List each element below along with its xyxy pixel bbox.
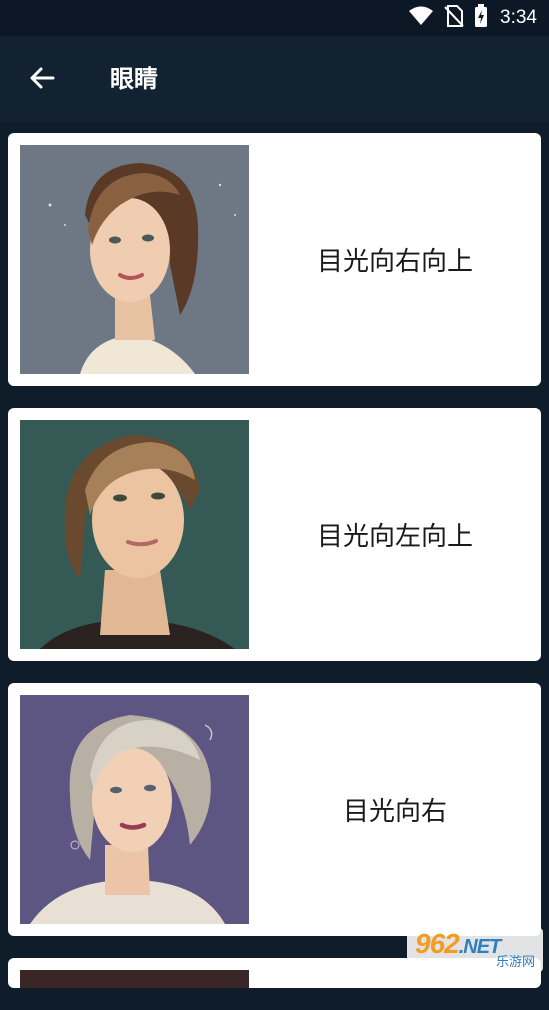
portrait-image bbox=[20, 695, 249, 924]
no-sim-icon bbox=[444, 5, 464, 31]
watermark-sub: 乐游网 bbox=[495, 955, 535, 970]
pose-list: 目光向右向上 目光向左向上 目光向右 bbox=[8, 133, 541, 1010]
status-time: 3:34 bbox=[500, 7, 537, 28]
list-item[interactable]: 目光向右向上 bbox=[8, 133, 541, 386]
watermark-number: 962 bbox=[415, 928, 460, 959]
portrait-image bbox=[20, 420, 249, 649]
page-title: 眼睛 bbox=[110, 65, 158, 93]
item-label: 目光向右 bbox=[342, 797, 447, 827]
list-item[interactable]: 目光向右 bbox=[8, 683, 541, 936]
watermark-logo: 962.NET 乐游网 bbox=[407, 928, 543, 972]
item-label: 目光向右向上 bbox=[316, 247, 473, 277]
app-bar: 眼睛 bbox=[0, 36, 549, 122]
back-button[interactable] bbox=[22, 60, 62, 100]
list-item[interactable]: 目光向左向上 bbox=[8, 408, 541, 661]
watermark-suffix: .NET bbox=[458, 936, 502, 958]
status-bar: 3:34 bbox=[0, 0, 549, 36]
wifi-icon bbox=[408, 6, 434, 30]
portrait-image bbox=[20, 970, 249, 988]
watermark-main: 962.NET bbox=[415, 928, 502, 960]
status-icons: 3:34 bbox=[408, 4, 537, 32]
battery-charging-icon bbox=[474, 4, 488, 32]
item-label: 目光向左向上 bbox=[316, 522, 473, 552]
portrait-image bbox=[20, 145, 249, 374]
arrow-left-icon bbox=[28, 64, 56, 96]
